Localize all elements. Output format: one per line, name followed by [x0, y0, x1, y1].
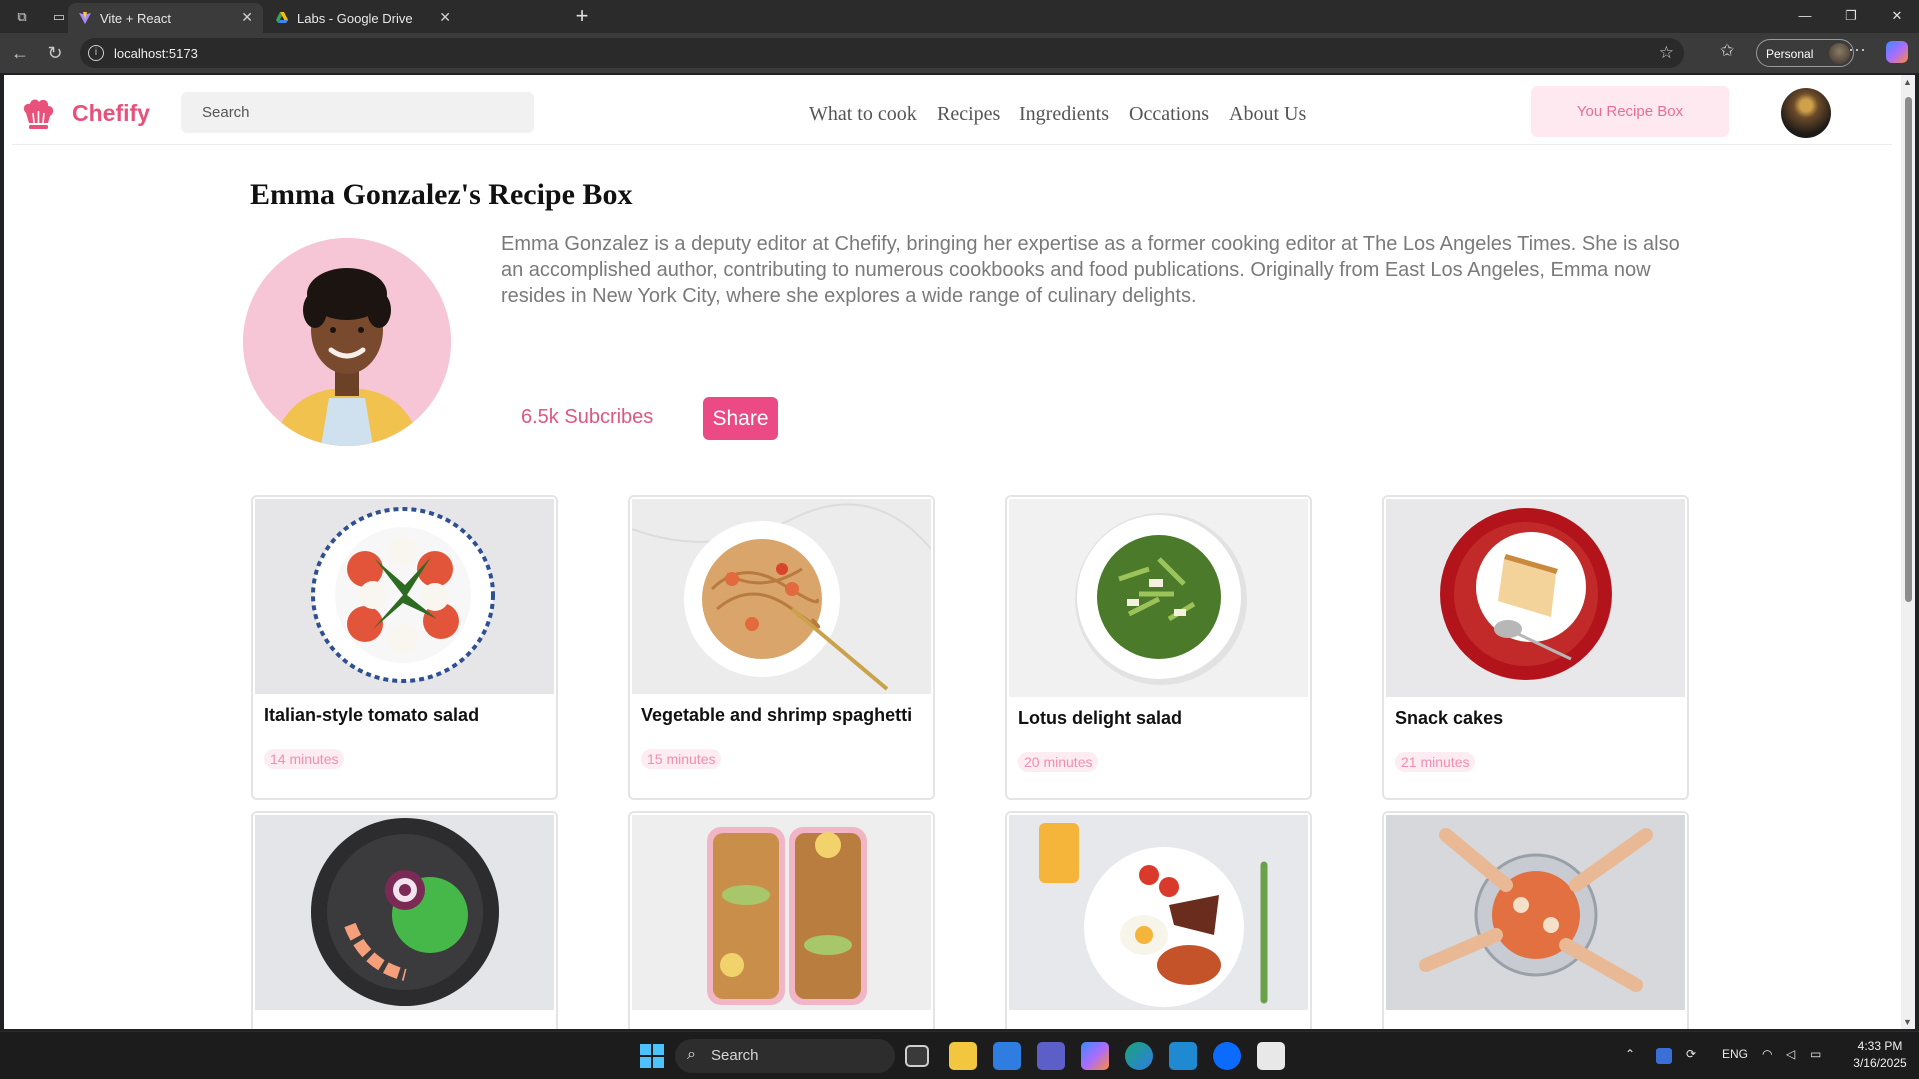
- cook-time-badge: 14 minutes: [264, 749, 345, 769]
- recipe-card[interactable]: [251, 811, 558, 1029]
- search-icon: ⌕: [687, 1046, 696, 1063]
- scroll-up-icon[interactable]: ▲: [1903, 77, 1912, 87]
- recipe-card[interactable]: Vegetable and shrimp spaghetti 15 minute…: [628, 495, 935, 800]
- edge-browser-icon[interactable]: [1125, 1042, 1153, 1070]
- cook-time-badge: 21 minutes: [1395, 752, 1476, 772]
- windows-start-icon[interactable]: [638, 1042, 666, 1070]
- favorite-star-icon[interactable]: ☆: [1659, 43, 1674, 63]
- author-bio: Emma Gonzalez is a deputy editor at Chef…: [501, 233, 1680, 307]
- sync-icon[interactable]: ⟳: [1686, 1047, 1696, 1061]
- recipe-card[interactable]: Lotus delight salad 20 minutes: [1005, 495, 1312, 800]
- brand-name[interactable]: Chefify: [72, 100, 150, 127]
- subscriber-count[interactable]: 6.5k Subcribes: [521, 406, 653, 429]
- tab-title: Labs - Google Drive: [297, 11, 413, 26]
- input-indicator-icon[interactable]: [1656, 1048, 1672, 1064]
- profile-button[interactable]: Personal: [1756, 39, 1854, 67]
- workspaces-icon[interactable]: ⧉: [12, 7, 32, 27]
- address-bar[interactable]: i localhost:5173 ☆: [80, 38, 1684, 68]
- taskbar-search[interactable]: ⌕ Search: [675, 1039, 895, 1073]
- nav-recipes[interactable]: Recipes: [937, 103, 1000, 126]
- favorites-icon[interactable]: ✩: [1720, 41, 1734, 61]
- tab-actions-icon[interactable]: ▭: [49, 7, 69, 27]
- recipe-card[interactable]: [1005, 811, 1312, 1029]
- more-menu-icon[interactable]: ···: [1848, 39, 1866, 60]
- minimize-icon[interactable]: —: [1790, 6, 1820, 26]
- language-indicator[interactable]: ENG: [1722, 1047, 1748, 1061]
- snipping-tool-icon[interactable]: [1257, 1042, 1285, 1070]
- nav-about-us[interactable]: About Us: [1229, 103, 1306, 126]
- recipe-image: [255, 815, 554, 1010]
- battery-icon[interactable]: ▭: [1810, 1047, 1821, 1061]
- system-clock[interactable]: 4:33 PM 3/16/2025: [1848, 1038, 1912, 1072]
- close-tab-icon[interactable]: ✕: [241, 9, 253, 26]
- recipe-card[interactable]: Italian-style tomato salad 14 minutes: [251, 495, 558, 800]
- site-info-icon[interactable]: i: [88, 45, 104, 61]
- scrollbar-thumb[interactable]: [1905, 97, 1912, 602]
- author-photo: [243, 238, 451, 446]
- copilot-app-icon[interactable]: [1081, 1042, 1109, 1070]
- browser-toolbar: ← ↻ i localhost:5173 ☆ ✩ Personal ···: [0, 33, 1919, 73]
- volume-icon[interactable]: ◁: [1786, 1047, 1795, 1061]
- search-input[interactable]: [181, 92, 534, 133]
- copilot-icon[interactable]: [1886, 41, 1908, 63]
- recipe-image: [1009, 499, 1308, 697]
- site-header: Chefify What to cook Recipes Ingredients…: [12, 75, 1892, 145]
- tab-strip: ⧉ ▭ Vite + React ✕ Labs - Google Drive ✕…: [0, 0, 1919, 33]
- teams-icon[interactable]: [1037, 1042, 1065, 1070]
- recipe-name: Snack cakes: [1395, 708, 1504, 728]
- profile-label: Personal: [1766, 47, 1814, 61]
- recipe-card[interactable]: Snack cakes 21 minutes: [1382, 495, 1689, 800]
- recipe-image: [632, 499, 931, 694]
- close-tab-icon[interactable]: ✕: [439, 9, 451, 26]
- microsoft-store-icon[interactable]: [993, 1042, 1021, 1070]
- google-drive-favicon-icon: [276, 12, 288, 23]
- tab-vite-react[interactable]: Vite + React ✕: [68, 3, 263, 33]
- share-button[interactable]: Share: [703, 397, 778, 440]
- recipe-image: [255, 499, 554, 694]
- clock-time: 4:33 PM: [1857, 1039, 1903, 1053]
- nav-what-to-cook[interactable]: What to cook: [809, 103, 917, 126]
- show-hidden-icons-icon[interactable]: ⌃: [1625, 1047, 1635, 1061]
- recipe-image: [632, 815, 931, 1010]
- recipe-image: [1009, 815, 1308, 1010]
- restore-icon[interactable]: ❐: [1836, 6, 1866, 26]
- file-explorer-icon[interactable]: [949, 1042, 977, 1070]
- nav-ingredients[interactable]: Ingredients: [1019, 103, 1109, 126]
- recipe-image: [1386, 499, 1685, 697]
- back-icon[interactable]: ←: [8, 41, 32, 65]
- vertical-scrollbar[interactable]: ▲ ▼: [1901, 75, 1915, 1029]
- recipe-card[interactable]: [1382, 811, 1689, 1029]
- recipe-name: Italian-style tomato salad: [264, 705, 480, 725]
- recipe-image: [1386, 815, 1685, 1010]
- scroll-down-icon[interactable]: ▼: [1903, 1017, 1912, 1027]
- close-window-icon[interactable]: ✕: [1882, 6, 1912, 26]
- new-tab-button[interactable]: +: [570, 4, 594, 28]
- recipe-name: Vegetable and shrimp spaghetti: [641, 705, 913, 725]
- author-portrait-image: [243, 238, 451, 446]
- task-view-icon[interactable]: [905, 1045, 929, 1067]
- tab-title: Vite + React: [100, 11, 171, 26]
- zalo-icon[interactable]: [1213, 1042, 1241, 1070]
- reload-icon[interactable]: ↻: [43, 41, 67, 65]
- tab-google-drive[interactable]: Labs - Google Drive ✕: [265, 3, 461, 33]
- page-title: Emma Gonzalez's Recipe Box: [250, 178, 633, 211]
- wifi-icon[interactable]: ◠: [1762, 1047, 1772, 1061]
- nav-occations[interactable]: Occations: [1129, 103, 1209, 126]
- recipe-box-button[interactable]: You Recipe Box: [1531, 86, 1729, 137]
- browser-window: ⧉ ▭ Vite + React ✕ Labs - Google Drive ✕…: [0, 0, 1919, 1031]
- page-viewport: Chefify What to cook Recipes Ingredients…: [4, 75, 1901, 1029]
- user-avatar[interactable]: [1781, 88, 1831, 138]
- taskbar: ⌕ Search ⌃ ⟳ ENG ◠ ◁ ▭ 4:33 PM 3/16/2025: [0, 1031, 1919, 1079]
- vite-favicon-icon: [79, 12, 91, 24]
- clock-date: 3/16/2025: [1853, 1056, 1907, 1070]
- chef-hat-logo-icon: [23, 99, 54, 129]
- cook-time-badge: 20 minutes: [1018, 752, 1099, 772]
- recipe-name: Lotus delight salad: [1018, 708, 1183, 728]
- vscode-icon[interactable]: [1169, 1042, 1197, 1070]
- recipe-card[interactable]: [628, 811, 935, 1029]
- cook-time-badge: 15 minutes: [641, 749, 722, 769]
- url-text: localhost:5173: [114, 46, 198, 61]
- taskbar-search-label: Search: [711, 1047, 759, 1064]
- profile-avatar: [1829, 43, 1850, 64]
